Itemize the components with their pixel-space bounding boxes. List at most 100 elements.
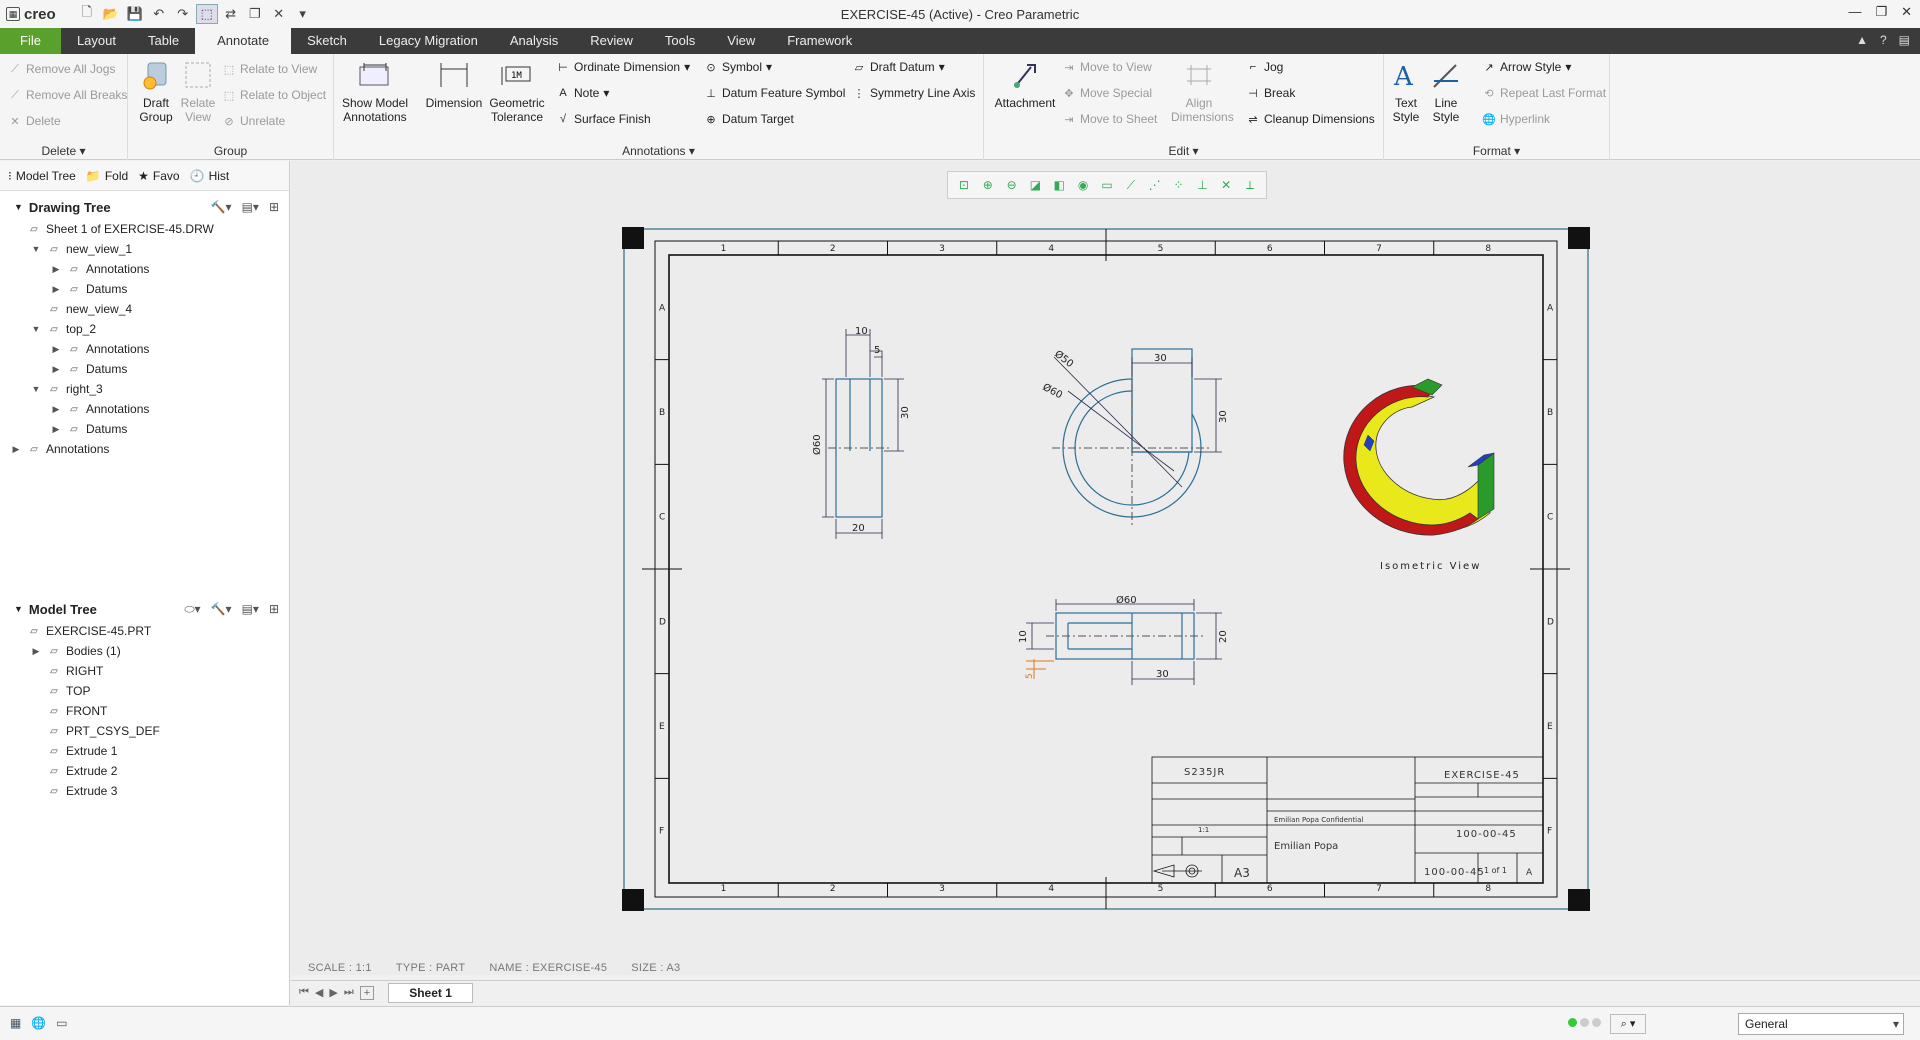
- tree-settings-icon[interactable]: ▤▾: [242, 200, 259, 214]
- nav-tab-favorites[interactable]: ★ Favo: [138, 169, 179, 183]
- model-tree-row[interactable]: ▱ EXERCISE-45.PRT: [0, 621, 289, 641]
- model-tree-header[interactable]: ▼ Model Tree ⬭▾ 🔨▾ ▤▾ ⊞: [0, 597, 289, 621]
- drawing-tree-row[interactable]: ▶ ▱ Datums: [0, 279, 289, 299]
- note-button[interactable]: A Note ▾: [556, 86, 609, 100]
- ordinate-dimension-button[interactable]: ⊢ Ordinate Dimension ▾: [556, 60, 690, 74]
- datum-display-icon[interactable]: ▭: [1097, 175, 1117, 195]
- expand-toggle-icon[interactable]: ▶: [50, 264, 62, 275]
- nav-tab-folder[interactable]: 📁 Fold: [86, 169, 128, 183]
- select-box-icon[interactable]: ⬚: [195, 4, 218, 24]
- show-model-annotations-button[interactable]: Show Model Annotations: [338, 58, 412, 124]
- model-tree-row[interactable]: ▱ FRONT: [0, 701, 289, 721]
- tree-filter-icon[interactable]: 🔨▾: [211, 200, 232, 214]
- dim-front-top[interactable]: 10: [855, 326, 868, 337]
- drawing-tree-row[interactable]: ▱ Sheet 1 of EXERCISE-45.DRW: [0, 219, 289, 239]
- move-to-view-button[interactable]: ⇥ Move to View: [1062, 60, 1151, 74]
- zoom-out-icon[interactable]: ⊖: [1002, 175, 1022, 195]
- drawing-tree-row[interactable]: ▼ ▱ top_2: [0, 319, 289, 339]
- expand-toggle-icon[interactable]: ▶: [50, 364, 62, 375]
- regenerate-icon[interactable]: ⇄: [220, 4, 242, 24]
- expand-toggle-icon[interactable]: ▶: [10, 444, 22, 455]
- expand-toggle-icon[interactable]: ▼: [30, 244, 42, 254]
- tab-tools[interactable]: Tools: [649, 28, 711, 54]
- new-file-icon[interactable]: 🗋: [76, 4, 98, 24]
- tab-framework[interactable]: Framework: [771, 28, 868, 54]
- expand-toggle-icon[interactable]: ▶: [50, 344, 62, 355]
- jog-button[interactable]: ⌐ Jog: [1246, 60, 1284, 74]
- drawing-tree-row[interactable]: ▶ ▱ Annotations: [0, 439, 289, 459]
- attachment-button[interactable]: Attachment: [992, 58, 1058, 110]
- expand-toggle-icon[interactable]: ▶: [50, 284, 62, 295]
- open-file-icon[interactable]: 📂: [100, 4, 122, 24]
- repeat-last-format-button[interactable]: ⟲ Repeat Last Format: [1482, 86, 1606, 100]
- draft-group-button[interactable]: Draft Group: [136, 58, 176, 124]
- model-tree-row[interactable]: ▶ ▱ Bodies (1): [0, 641, 289, 661]
- dim-top-height[interactable]: 30: [1218, 410, 1229, 423]
- symbol-button[interactable]: ⊙ Symbol ▾: [704, 60, 772, 74]
- surface-finish-button[interactable]: √ Surface Finish: [556, 112, 651, 126]
- last-sheet-icon[interactable]: ⏭: [344, 986, 354, 1000]
- dim-right-small[interactable]: 5: [1025, 673, 1035, 679]
- dim-right-dia[interactable]: Ø60: [1116, 594, 1137, 606]
- break-button[interactable]: ⊣ Break: [1246, 86, 1295, 100]
- tab-layout[interactable]: Layout: [61, 28, 132, 54]
- drawing-tree-row[interactable]: ▶ ▱ Annotations: [0, 339, 289, 359]
- collapse-drawing-tree-icon[interactable]: ▼: [14, 202, 23, 212]
- close-icon[interactable]: ✕: [1901, 4, 1912, 20]
- spin-center-icon[interactable]: ⟂: [1240, 175, 1260, 195]
- dim-front-bottom[interactable]: 20: [852, 523, 865, 534]
- tab-view[interactable]: View: [711, 28, 771, 54]
- minimize-icon[interactable]: —: [1848, 4, 1861, 20]
- navigator-toggle-icon[interactable]: ▦: [10, 1016, 21, 1030]
- unrelate-button[interactable]: ⊘ Unrelate: [222, 114, 285, 128]
- drawing-tree-row[interactable]: ▼ ▱ right_3: [0, 379, 289, 399]
- model-tree-row[interactable]: ▱ Extrude 3: [0, 781, 289, 801]
- model-tree-row[interactable]: ▱ RIGHT: [0, 661, 289, 681]
- delete-button[interactable]: ✕ Delete: [8, 114, 60, 128]
- dim-front-dia[interactable]: Ø60: [811, 434, 823, 455]
- collapse-model-tree-icon[interactable]: ▼: [14, 604, 23, 614]
- tab-sketch[interactable]: Sketch: [291, 28, 363, 54]
- model-tree-columns-icon[interactable]: ⊞: [269, 602, 279, 617]
- customize-qat-icon[interactable]: ▾: [292, 4, 314, 24]
- drawing-tree-row[interactable]: ▶ ▱ Datums: [0, 419, 289, 439]
- options-icon[interactable]: ▤: [1899, 33, 1910, 47]
- move-special-button[interactable]: ✥ Move Special: [1062, 86, 1152, 100]
- tab-table[interactable]: Table: [132, 28, 195, 54]
- drawing-tree-row[interactable]: ▶ ▱ Annotations: [0, 399, 289, 419]
- model-tree-settings-icon[interactable]: ▤▾: [242, 602, 259, 617]
- relate-to-view-button[interactable]: ⬚ Relate to View: [222, 62, 317, 76]
- tab-file[interactable]: File: [0, 28, 61, 54]
- point-display-icon[interactable]: ⁘: [1169, 175, 1189, 195]
- dim-right-left[interactable]: 10: [1018, 630, 1029, 643]
- tab-legacy-migration[interactable]: Legacy Migration: [363, 28, 494, 54]
- group-format-label[interactable]: Format ▾: [1384, 144, 1609, 158]
- dim-right-bottom[interactable]: 30: [1156, 669, 1169, 680]
- drawing-sheet[interactable]: 1 1 2 2 3 3 4 4 5 5 6 6 7 7 8 8 A A B B C C D D E E F F 10 5 30 Ø60…: [622, 227, 1590, 911]
- datum-feature-symbol-button[interactable]: ⊥ Datum Feature Symbol: [704, 86, 845, 100]
- tab-annotate[interactable]: Annotate: [195, 28, 292, 54]
- drawing-tree-row[interactable]: ▼ ▱ new_view_1: [0, 239, 289, 259]
- expand-toggle-icon[interactable]: ▼: [30, 384, 42, 394]
- nav-tab-model-tree[interactable]: ⁝ Model Tree: [8, 169, 76, 183]
- isometric-view-label[interactable]: Isometric View: [1380, 561, 1481, 572]
- line-style-button[interactable]: Line Style: [1428, 58, 1464, 124]
- axis-display-icon[interactable]: ⋰: [1145, 175, 1165, 195]
- display-style-icon[interactable]: ⬭▾: [184, 602, 200, 617]
- move-to-sheet-button[interactable]: ⇥ Move to Sheet: [1062, 112, 1157, 126]
- relate-to-object-button[interactable]: ⬚ Relate to Object: [222, 88, 326, 102]
- find-button[interactable]: ⌕ ▾: [1610, 1014, 1646, 1034]
- drawing-tree-row[interactable]: ▱ new_view_4: [0, 299, 289, 319]
- help-icon[interactable]: ?: [1880, 33, 1887, 47]
- display-style-icon[interactable]: ◧: [1049, 175, 1069, 195]
- group-annotations-label[interactable]: Annotations ▾: [334, 144, 983, 158]
- close-window-icon[interactable]: ✕: [268, 4, 290, 24]
- redo-icon[interactable]: ↷: [172, 4, 194, 24]
- browser-toggle-icon[interactable]: 🌐: [31, 1016, 46, 1030]
- dim-front-height[interactable]: 30: [900, 406, 911, 419]
- repaint-icon[interactable]: ◪: [1025, 175, 1045, 195]
- tab-analysis[interactable]: Analysis: [494, 28, 574, 54]
- model-tree-row[interactable]: ▱ TOP: [0, 681, 289, 701]
- tab-review[interactable]: Review: [574, 28, 649, 54]
- model-display-icon[interactable]: ◉: [1073, 175, 1093, 195]
